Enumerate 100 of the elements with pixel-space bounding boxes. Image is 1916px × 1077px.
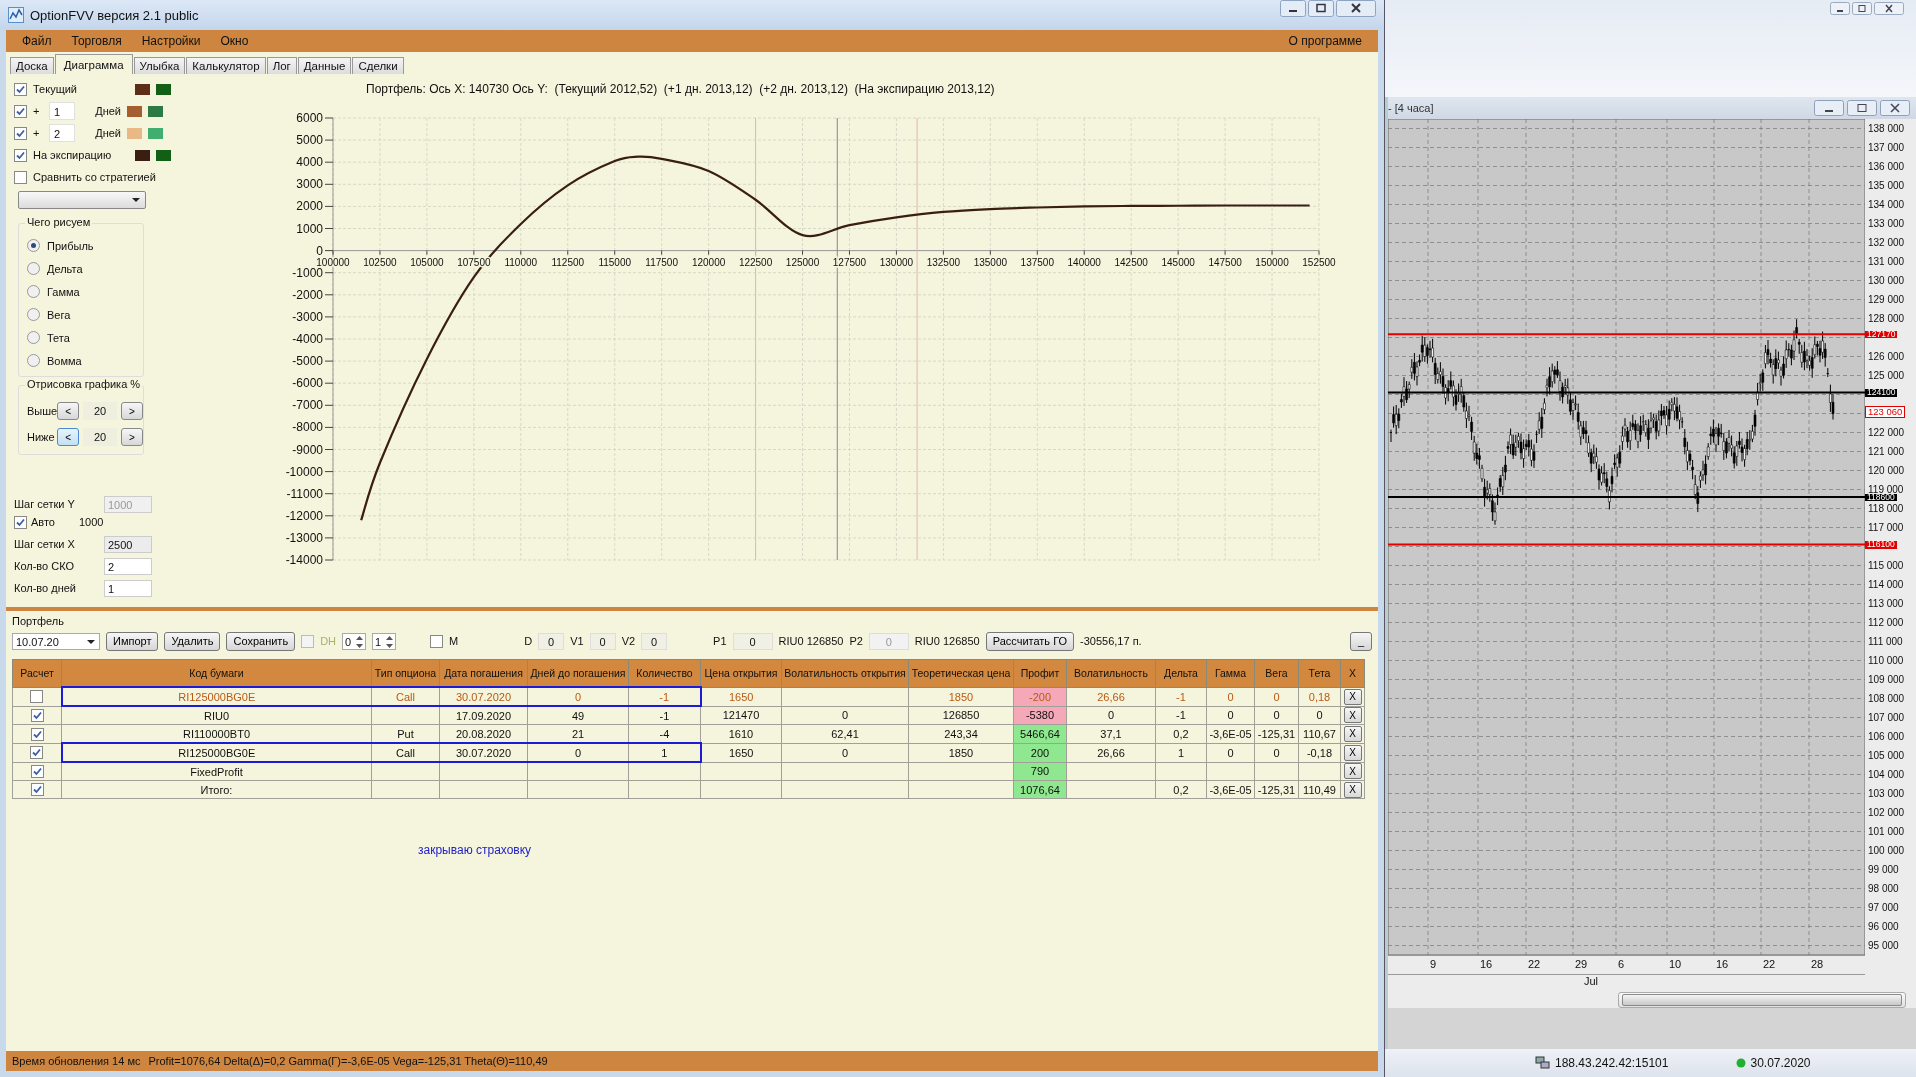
scroll-thumb[interactable] [1622,994,1902,1006]
horizontal-scrollbar[interactable] [1618,992,1906,1008]
tab[interactable]: Калькулятор [186,57,266,74]
minimize-icon[interactable] [1830,2,1850,15]
checkbox[interactable] [30,690,44,704]
remove-button[interactable]: X [1343,725,1362,742]
spin-arrows-icon[interactable] [385,634,395,649]
grid-step-field[interactable]: 2500 [104,535,152,553]
close-icon[interactable] [1880,100,1910,116]
maximize-icon[interactable] [1308,0,1334,17]
checkbox[interactable] [430,634,444,648]
days-field[interactable]: 1 [104,579,152,597]
color-swatch[interactable] [135,83,150,95]
checkbox[interactable] [30,727,44,741]
minimize-icon[interactable] [1814,100,1844,116]
column-header[interactable]: Тета [1298,659,1341,687]
column-header[interactable]: Количество [628,659,701,687]
checkbox[interactable] [14,82,27,96]
radio-button[interactable] [27,239,40,252]
column-header[interactable]: Расчет [12,659,62,687]
column-header[interactable]: Волатильность открытия [781,659,909,687]
toolbar-button[interactable]: Импорт [106,631,159,651]
tab[interactable]: Диаграмма [54,54,133,74]
remove-button[interactable]: X [1343,744,1362,761]
tab[interactable]: Данные [297,57,352,74]
checkbox[interactable] [30,746,44,760]
column-header[interactable]: Дней до погашения [527,659,629,687]
spin-field[interactable]: 1 [372,632,397,650]
tab[interactable]: Доска [10,57,54,74]
menu-item[interactable]: Настройки [133,32,209,50]
column-header[interactable]: Теоретическая цена [908,659,1014,687]
value-field[interactable]: 0 [641,632,668,650]
color-swatch[interactable] [148,127,163,139]
minimize-icon[interactable] [1280,0,1306,17]
strategy-dropdown[interactable] [18,191,146,209]
sko-field[interactable]: 2 [104,557,152,575]
collapse-button[interactable]: _ [1350,631,1372,651]
days-field[interactable]: 1 [49,102,75,120]
radio-button[interactable] [27,308,40,321]
percent-field[interactable]: 20 [83,428,117,446]
close-icon[interactable] [1874,2,1904,15]
radio-button[interactable] [27,331,40,344]
remove-button[interactable]: X [1343,688,1362,705]
close-icon[interactable] [1336,0,1376,17]
decrease-button[interactable]: < [57,428,80,446]
spin-field[interactable]: 0 [342,632,367,650]
radio-button[interactable] [27,262,40,275]
tab[interactable]: Лог [266,57,297,74]
menu-item[interactable]: Торговля [63,32,130,50]
radio-button[interactable] [27,354,40,367]
column-header[interactable]: Гамма [1206,659,1255,687]
color-swatch[interactable] [156,83,171,95]
checkbox[interactable] [30,783,44,797]
menu-item[interactable]: О программе [1280,32,1370,50]
maximize-icon[interactable] [1847,100,1877,116]
column-header[interactable]: Вега [1254,659,1299,687]
value-field[interactable]: 0 [589,632,616,650]
color-swatch[interactable] [148,105,163,117]
color-swatch[interactable] [135,149,150,161]
menu-item[interactable]: Файл [14,32,60,50]
column-header[interactable]: Волатильность [1066,659,1156,687]
column-header[interactable]: Дельта [1155,659,1207,687]
menu-item[interactable]: Окно [212,32,257,50]
toolbar-button[interactable]: Удалить [164,631,221,651]
column-header[interactable]: Дата погашения [439,659,528,687]
checkbox[interactable] [30,709,44,723]
spin-arrows-icon[interactable] [355,634,365,649]
days-field[interactable]: 2 [49,124,75,142]
color-swatch[interactable] [156,149,171,161]
checkbox[interactable] [14,515,27,529]
column-header[interactable]: Код бумаги [61,659,372,687]
column-header[interactable]: Цена открытия [700,659,782,687]
checkbox[interactable] [14,104,27,118]
remove-button[interactable]: X [1343,707,1362,724]
increase-button[interactable]: > [120,428,143,446]
remove-button[interactable]: X [1343,763,1362,780]
column-header[interactable]: X [1340,659,1365,687]
tab[interactable]: Улыбка [133,57,186,74]
value-field[interactable]: 0 [538,632,565,650]
checkbox[interactable] [14,148,27,162]
maximize-icon[interactable] [1852,2,1872,15]
tab[interactable]: Сделки [352,57,404,74]
increase-button[interactable]: > [120,402,143,420]
checkbox[interactable] [30,765,44,779]
color-swatch[interactable] [127,105,142,117]
column-header[interactable]: Тип опциона [371,659,440,687]
percent-field[interactable]: 20 [83,402,117,420]
decrease-button[interactable]: < [57,402,80,420]
checkbox[interactable] [14,126,27,140]
calculate-button[interactable]: Рассчитать ГО [985,631,1075,651]
checkbox[interactable] [14,170,27,184]
date-dropdown[interactable]: 10.07.20 [12,632,100,650]
value-field[interactable]: 0 [732,632,773,650]
price-label: 134 000 [1868,198,1905,211]
level-line[interactable] [1388,496,1865,499]
radio-button[interactable] [27,285,40,298]
column-header[interactable]: Профит [1013,659,1067,687]
color-swatch[interactable] [127,127,142,139]
toolbar-button[interactable]: Сохранить [226,631,296,651]
remove-button[interactable]: X [1343,781,1362,798]
